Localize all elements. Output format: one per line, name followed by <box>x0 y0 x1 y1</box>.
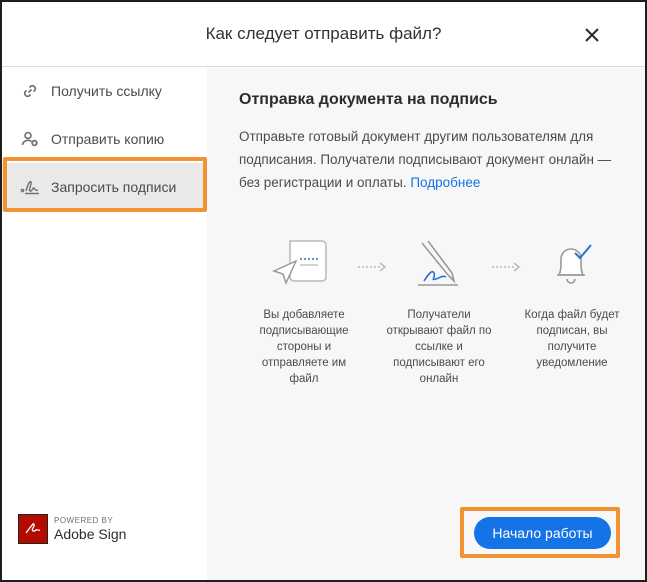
steps: Вы добавляете подписывающие стороны и от… <box>207 227 645 427</box>
bell-check-icon <box>547 239 599 294</box>
sidebar-item-request-signatures[interactable]: Запросить подписи <box>2 163 207 211</box>
close-icon[interactable] <box>583 26 601 44</box>
section-description: Отправьте готовый документ другим пользо… <box>239 125 634 194</box>
adobe-sign-mark-icon <box>18 514 48 544</box>
step-2-text: Получатели открывают файл по ссылке и по… <box>386 309 492 385</box>
arrow-right-icon <box>357 259 387 277</box>
send-document-icon <box>270 237 338 294</box>
sidebar: Получить ссылку Отправить копию Запросит… <box>2 67 207 580</box>
main-panel: Отправка документа на подпись Отправьте … <box>207 67 645 580</box>
more-link[interactable]: Подробнее <box>410 175 480 190</box>
sidebar-item-label: Отправить копию <box>51 131 165 147</box>
sidebar-item-send-copy[interactable]: Отправить копию <box>2 115 207 163</box>
brand-name: Adobe Sign <box>54 526 127 542</box>
link-icon <box>20 81 40 101</box>
sidebar-item-label: Запросить подписи <box>51 179 177 195</box>
powered-by-text: POWERED BY <box>54 516 114 525</box>
dialog-title: Как следует отправить файл? <box>205 24 442 43</box>
arrow-right-icon <box>491 259 521 277</box>
start-button[interactable]: Начало работы <box>474 517 611 549</box>
sidebar-item-get-link[interactable]: Получить ссылку <box>2 67 207 115</box>
section-heading: Отправка документа на подпись <box>239 91 498 108</box>
step-1-text: Вы добавляете подписывающие стороны и от… <box>259 309 349 385</box>
sidebar-item-label: Получить ссылку <box>51 83 162 99</box>
step-3-text: Когда файл будет подписан, вы получите у… <box>524 309 620 369</box>
adobe-sign-logo: POWERED BY Adobe Sign <box>18 514 126 544</box>
share-dialog: Как следует отправить файл? Получить ссы… <box>0 0 647 582</box>
add-person-icon <box>20 129 40 149</box>
signing-pen-icon <box>412 235 468 296</box>
signature-icon <box>20 177 40 197</box>
dialog-header: Как следует отправить файл? <box>2 2 645 67</box>
